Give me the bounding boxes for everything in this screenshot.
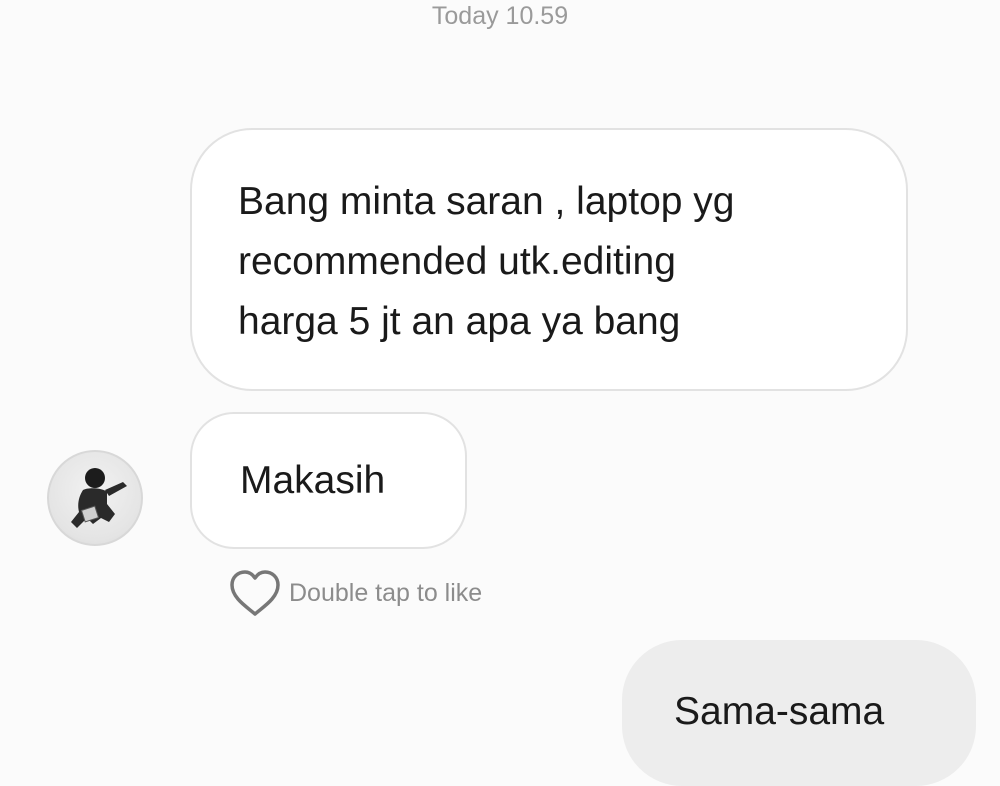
message-timestamp: Today 10.59 — [431, 2, 569, 30]
like-hint-text: Double tap to like — [289, 578, 483, 607]
message-text: Bang minta saran , laptop yg recommended… — [238, 180, 735, 343]
heart-outline-icon[interactable] — [227, 566, 283, 620]
message-text: Sama-sama — [674, 690, 885, 733]
outgoing-message-bubble[interactable]: Sama-sama — [622, 640, 976, 786]
message-text: Makasih — [240, 459, 386, 502]
user-avatar-icon[interactable] — [47, 450, 143, 546]
incoming-message-bubble[interactable]: Bang minta saran , laptop yg recommended… — [190, 128, 908, 391]
avatar-person-icon — [71, 468, 127, 528]
incoming-message-bubble[interactable]: Makasih — [190, 412, 467, 549]
like-hint[interactable]: Double tap to like — [227, 566, 482, 620]
